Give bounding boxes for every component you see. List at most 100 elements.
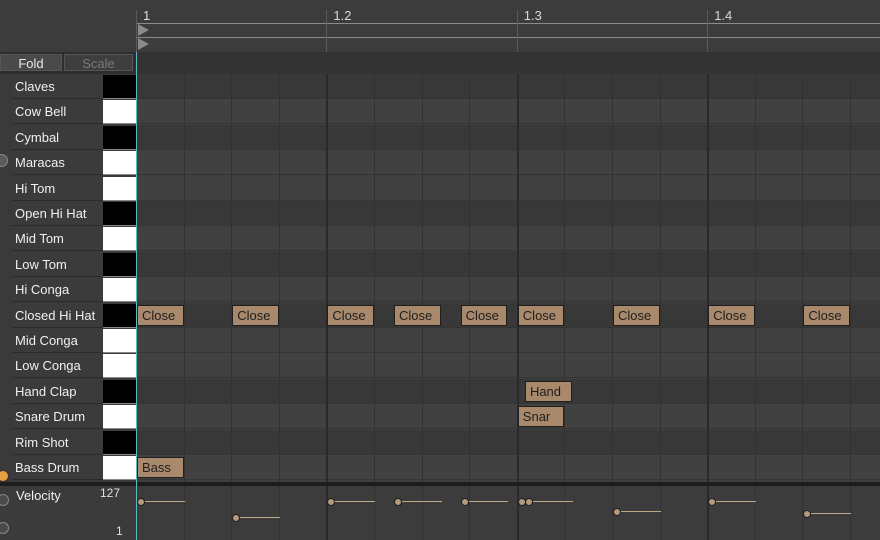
midi-note[interactable]: Close bbox=[803, 304, 850, 326]
midi-note[interactable]: Close bbox=[517, 304, 565, 326]
midi-note[interactable]: Hand bbox=[524, 380, 572, 402]
ruler-tick bbox=[707, 10, 709, 52]
grid-line bbox=[707, 74, 710, 482]
velocity-play-icon[interactable] bbox=[0, 522, 9, 534]
piano-key[interactable] bbox=[103, 278, 136, 303]
velocity-handle[interactable] bbox=[524, 497, 533, 506]
piano-key[interactable] bbox=[103, 125, 136, 150]
velocity-grid-line bbox=[564, 486, 566, 540]
piano-key[interactable] bbox=[103, 75, 136, 99]
piano-key[interactable] bbox=[103, 456, 136, 480]
fold-toggle-icon[interactable] bbox=[0, 154, 8, 167]
grid-line bbox=[326, 74, 329, 482]
piano-key[interactable] bbox=[103, 151, 136, 176]
fold-scale-bar: Fold Scale bbox=[0, 52, 137, 74]
lane-name[interactable]: Hi Tom bbox=[12, 176, 104, 201]
velocity-handle[interactable] bbox=[232, 513, 241, 522]
grid-line bbox=[278, 74, 280, 482]
lane-name[interactable]: Maracas bbox=[12, 151, 104, 176]
loop-end-arrow-icon[interactable] bbox=[138, 38, 149, 50]
piano-key[interactable] bbox=[103, 303, 136, 328]
velocity-grid-line bbox=[231, 486, 233, 540]
lane-name[interactable]: Mid Conga bbox=[12, 329, 104, 353]
grid-row[interactable] bbox=[137, 404, 880, 430]
lane-name[interactable]: Rim Shot bbox=[12, 430, 104, 455]
lane-name[interactable]: Bass Drum bbox=[12, 456, 104, 480]
piano-key[interactable] bbox=[103, 252, 136, 277]
grid-row[interactable] bbox=[137, 277, 880, 303]
grid-row[interactable] bbox=[137, 378, 880, 404]
velocity-grid-line bbox=[278, 486, 280, 540]
grid-row[interactable] bbox=[137, 99, 880, 125]
midi-note[interactable]: Snar bbox=[517, 406, 565, 428]
note-grid[interactable]: Close Close Close Close Close Close Close Close… bbox=[137, 74, 880, 482]
velocity-max-label: 127 bbox=[100, 486, 121, 500]
grid-row[interactable] bbox=[137, 328, 880, 353]
piano-key[interactable] bbox=[103, 379, 136, 404]
loop-brace-line bbox=[137, 37, 880, 38]
grid-line bbox=[421, 74, 423, 482]
velocity-handle[interactable] bbox=[327, 497, 336, 506]
lane-name[interactable]: Claves bbox=[12, 75, 104, 99]
lane-name[interactable]: Hi Conga bbox=[12, 278, 104, 303]
scale-button[interactable]: Scale bbox=[64, 54, 133, 71]
velocity-handle[interactable] bbox=[803, 510, 812, 519]
piano-key[interactable] bbox=[103, 176, 136, 201]
ruler-tick bbox=[326, 10, 328, 52]
loop-start-arrow-icon[interactable] bbox=[138, 24, 149, 36]
timeline-ruler[interactable]: 1 1.2 1.3 1.4 bbox=[0, 0, 880, 52]
piano-key[interactable] bbox=[103, 227, 136, 252]
piano-key[interactable] bbox=[103, 430, 136, 455]
lane-name[interactable]: Closed Hi Hat bbox=[12, 303, 104, 328]
grid-row[interactable] bbox=[137, 201, 880, 226]
midi-note[interactable]: Close bbox=[327, 304, 374, 326]
lane-name[interactable]: Open Hi Hat bbox=[12, 202, 104, 226]
velocity-handle[interactable] bbox=[137, 497, 145, 506]
grid-row[interactable] bbox=[137, 353, 880, 379]
lane-name[interactable]: Snare Drum bbox=[12, 405, 104, 430]
fold-button[interactable]: Fold bbox=[0, 54, 62, 71]
grid-row[interactable] bbox=[137, 150, 880, 176]
velocity-bar bbox=[617, 511, 661, 513]
velocity-grid-line bbox=[516, 486, 519, 540]
grid-row[interactable] bbox=[137, 124, 880, 150]
grid-row[interactable] bbox=[137, 226, 880, 252]
velocity-bar bbox=[331, 500, 375, 502]
midi-note[interactable]: Close bbox=[708, 304, 755, 326]
velocity-handle[interactable] bbox=[708, 497, 717, 506]
lane-name[interactable]: Low Conga bbox=[12, 354, 104, 379]
piano-key[interactable] bbox=[103, 329, 136, 353]
velocity-grid-line bbox=[421, 486, 423, 540]
midi-note[interactable]: Close bbox=[137, 304, 184, 326]
velocity-bar bbox=[141, 500, 185, 502]
piano-key[interactable] bbox=[103, 100, 136, 125]
velocity-editor[interactable] bbox=[137, 486, 880, 540]
velocity-handle[interactable] bbox=[613, 508, 621, 517]
velocity-grid-line bbox=[659, 486, 661, 540]
piano-key[interactable] bbox=[103, 405, 136, 430]
grid-row[interactable] bbox=[137, 175, 880, 201]
piano-key[interactable] bbox=[103, 354, 136, 379]
ruler-bar-label: 1.3 bbox=[523, 8, 542, 23]
grid-row[interactable] bbox=[137, 251, 880, 277]
midi-note[interactable]: Close bbox=[232, 304, 279, 326]
velocity-handle[interactable] bbox=[460, 497, 469, 506]
velocity-options-icon[interactable] bbox=[0, 494, 9, 506]
midi-note[interactable]: Close bbox=[394, 304, 441, 326]
grid-header-strip bbox=[137, 52, 880, 74]
midi-note[interactable]: Bass bbox=[137, 457, 184, 478]
grid-row[interactable] bbox=[137, 74, 880, 99]
grid-row[interactable] bbox=[137, 429, 880, 455]
grid-row[interactable] bbox=[137, 455, 880, 480]
midi-note[interactable]: Close bbox=[460, 304, 508, 326]
lane-name[interactable]: Hand Clap bbox=[12, 379, 104, 404]
midi-note[interactable]: Close bbox=[613, 304, 660, 326]
ruler-tick bbox=[136, 10, 137, 52]
velocity-grid-line bbox=[374, 486, 375, 540]
lane-name[interactable]: Cymbal bbox=[12, 125, 104, 150]
piano-key[interactable] bbox=[103, 202, 136, 226]
lane-name[interactable]: Low Tom bbox=[12, 252, 104, 277]
lane-name[interactable]: Mid Tom bbox=[12, 227, 104, 252]
velocity-handle[interactable] bbox=[394, 497, 403, 506]
lane-name[interactable]: Cow Bell bbox=[12, 100, 104, 125]
